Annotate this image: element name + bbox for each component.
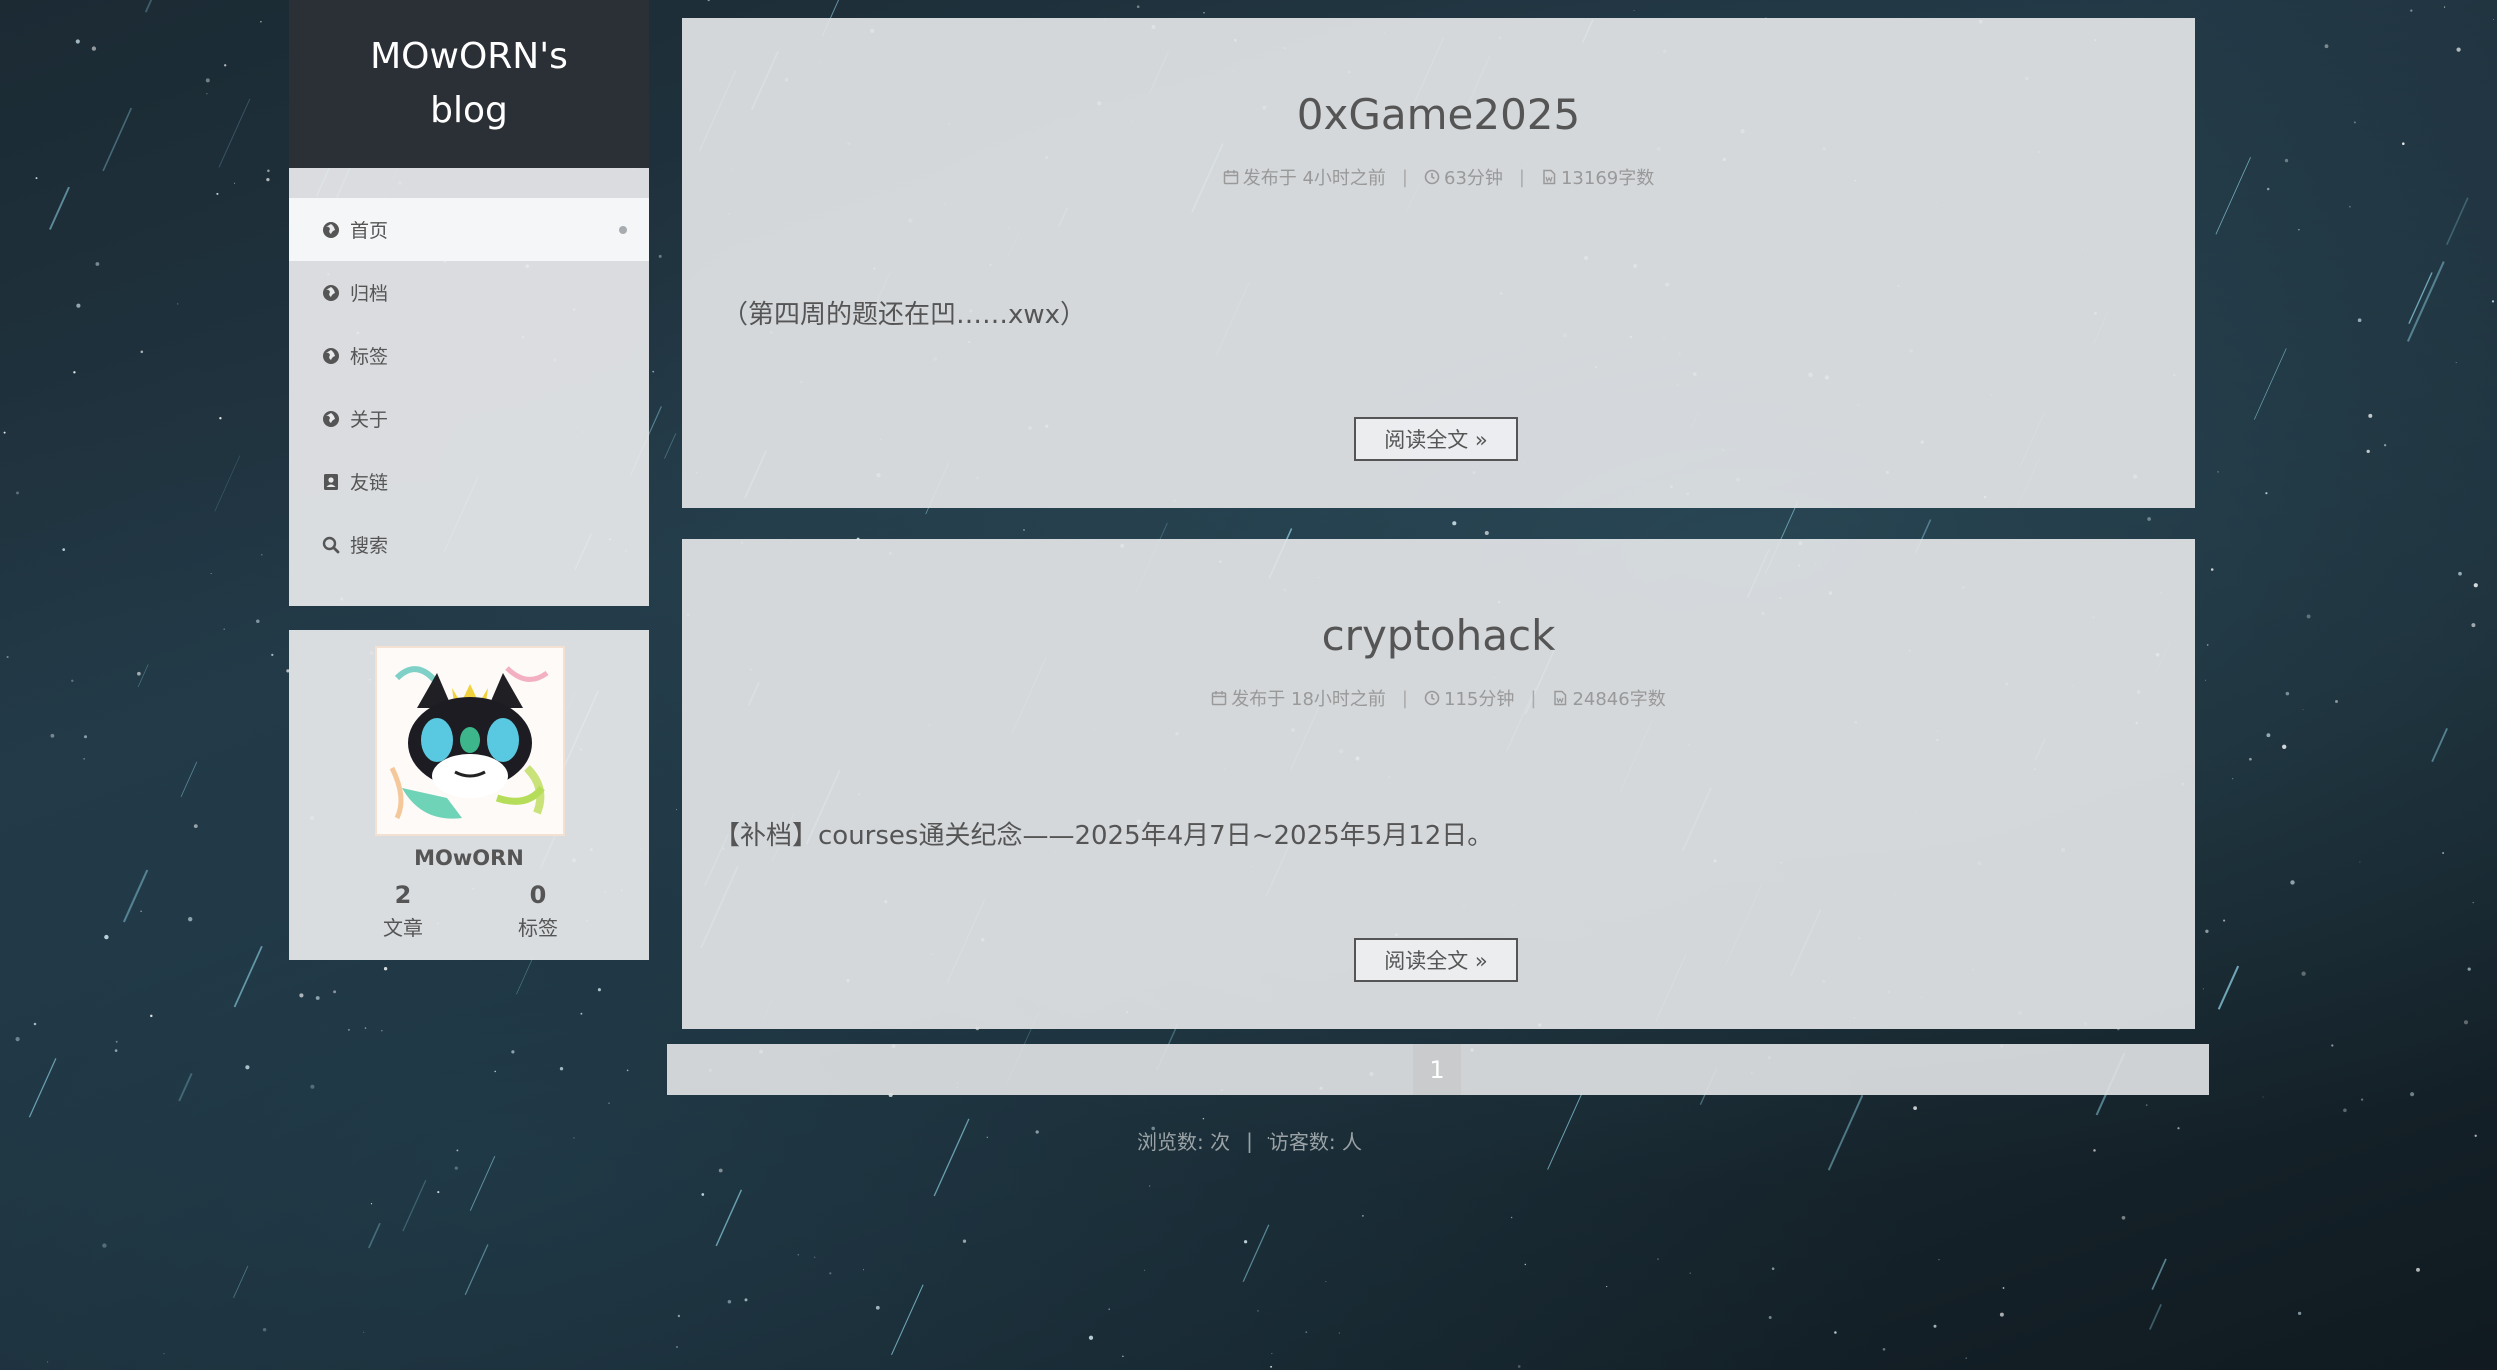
articles-label: 文章 xyxy=(383,916,423,940)
menu-item-home[interactable]: 首页 xyxy=(289,198,649,261)
post-meta: 发布于 18小时之前 | 115分钟 | 24846字数 xyxy=(682,685,2195,711)
post-date: 发布于 18小时之前 xyxy=(1211,685,1386,711)
footer-stats: 浏览数: 次 | 访客数: 人 xyxy=(1137,1126,1362,1155)
meta-separator: | xyxy=(1401,687,1408,709)
post-date-text: 发布于 4小时之前 xyxy=(1242,168,1386,189)
post-word-count: 24846字数 xyxy=(1552,685,1666,711)
avatar xyxy=(375,646,565,836)
globe-icon xyxy=(322,221,340,239)
file-word-icon xyxy=(1554,690,1567,706)
menu-item-about[interactable]: 关于 xyxy=(289,387,649,450)
footer-separator: | xyxy=(1246,1128,1253,1153)
tags-count: 0 xyxy=(529,881,547,909)
active-indicator-dot xyxy=(619,226,627,234)
menu-item-label: 搜索 xyxy=(350,535,389,557)
meta-separator: | xyxy=(1530,687,1537,709)
menu-item-tags[interactable]: 标签 xyxy=(289,324,649,387)
menu-item-label: 归档 xyxy=(350,283,389,305)
menu-item-label: 关于 xyxy=(350,409,389,431)
post-word-count: 13169字数 xyxy=(1541,164,1654,190)
post-excerpt: （第四周的题还在凹……xwx） xyxy=(722,300,1087,330)
post-title[interactable]: cryptohack xyxy=(682,611,2195,660)
file-word-icon xyxy=(1543,169,1556,185)
post-card: cryptohack 发布于 18小时之前 | 115分钟 | 24846字数 … xyxy=(682,539,2195,1029)
tags-stat[interactable]: 0 标签 xyxy=(488,880,588,946)
post-word-count-text: 13169字数 xyxy=(1560,168,1655,189)
sidebar: MOwORN's blog 首页 归档 标签 关于 友链 搜索 MOwORN 2… xyxy=(289,0,649,960)
menu-item-search[interactable]: 搜索 xyxy=(289,513,649,576)
articles-count: 2 xyxy=(394,881,412,909)
menu-item-links[interactable]: 友链 xyxy=(289,450,649,513)
author-name: MOwORN xyxy=(414,846,524,870)
search-icon xyxy=(322,536,340,554)
post-read-time: 63分钟 xyxy=(1424,164,1503,190)
meta-separator: | xyxy=(1401,166,1408,188)
globe-icon xyxy=(322,347,340,365)
meta-separator: | xyxy=(1518,166,1525,188)
menu-item-label: 标签 xyxy=(350,346,389,368)
post-excerpt: 【补档】courses通关纪念——2025年4月7日~2025年5月12日。 xyxy=(714,821,1494,851)
visitor-count: 访客数: 人 xyxy=(1268,1130,1362,1154)
site-title[interactable]: MOwORN's blog xyxy=(369,30,569,138)
pagination: 1 xyxy=(667,1044,2209,1095)
menu-item-archives[interactable]: 归档 xyxy=(289,261,649,324)
post-read-time: 115分钟 xyxy=(1424,685,1514,711)
menu-item-label: 友链 xyxy=(350,472,389,494)
tags-label: 标签 xyxy=(518,916,558,940)
page-number-current[interactable]: 1 xyxy=(1413,1044,1461,1095)
calendar-icon xyxy=(1212,691,1227,706)
articles-stat[interactable]: 2 文章 xyxy=(353,880,453,946)
post-read-time-text: 115分钟 xyxy=(1444,689,1515,710)
clock-icon xyxy=(1424,690,1440,706)
globe-icon xyxy=(322,410,340,428)
post-title[interactable]: 0xGame2025 xyxy=(682,90,2195,139)
page-views: 浏览数: 次 xyxy=(1137,1130,1231,1154)
author-profile: MOwORN 2 文章 0 标签 xyxy=(289,630,649,960)
post-meta: 发布于 4小时之前 | 63分钟 | 13169字数 xyxy=(682,164,2195,190)
post-card: 0xGame2025 发布于 4小时之前 | 63分钟 | 13169字数 （第… xyxy=(682,18,2195,508)
read-more-button[interactable]: 阅读全文 » xyxy=(1354,938,1518,982)
post-date: 发布于 4小时之前 xyxy=(1223,164,1386,190)
globe-icon xyxy=(322,284,340,302)
calendar-icon xyxy=(1223,170,1238,185)
clock-icon xyxy=(1424,169,1440,185)
post-date-text: 发布于 18小时之前 xyxy=(1231,689,1386,710)
menu-item-label: 首页 xyxy=(350,220,389,242)
site-brand[interactable]: MOwORN's blog xyxy=(289,0,649,168)
read-more-button[interactable]: 阅读全文 » xyxy=(1354,417,1518,461)
contact-book-icon xyxy=(322,473,340,491)
nav-menu: 首页 归档 标签 关于 友链 搜索 xyxy=(289,168,649,606)
post-word-count-text: 24846字数 xyxy=(1572,689,1666,710)
post-read-time-text: 63分钟 xyxy=(1444,168,1503,189)
